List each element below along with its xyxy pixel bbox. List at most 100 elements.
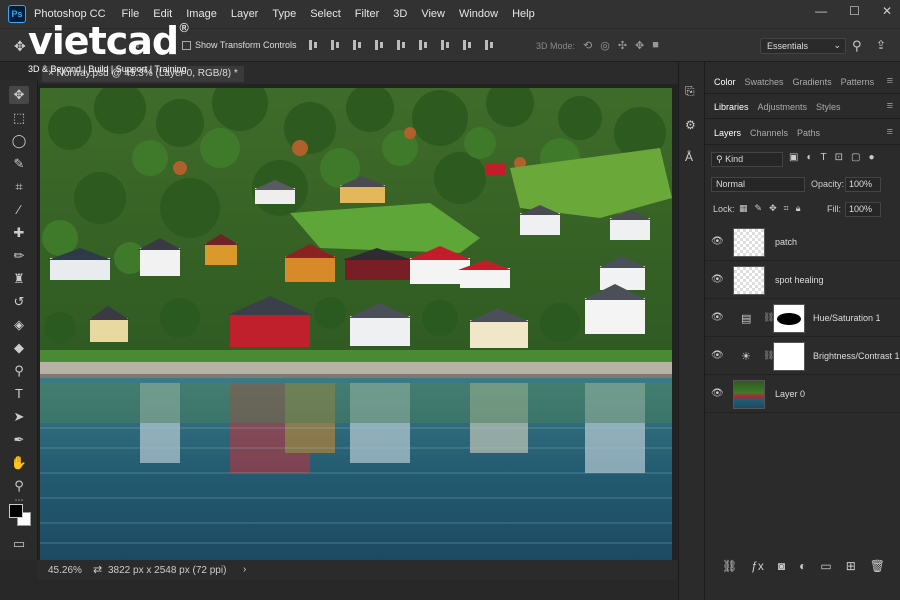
- quick-mask-icon[interactable]: ▭: [9, 535, 29, 553]
- menu-filter[interactable]: Filter: [355, 8, 379, 20]
- tab-color[interactable]: Color: [714, 77, 736, 87]
- minimize-button[interactable]: —: [815, 4, 827, 18]
- move-tool-preset-icon[interactable]: ✥: [14, 38, 26, 55]
- share-icon[interactable]: ⇪: [876, 38, 886, 52]
- visibility-eye-icon[interactable]: 👁︎: [711, 350, 724, 361]
- lasso-tool-icon[interactable]: ◯: [9, 132, 29, 150]
- filter-pixel-icon[interactable]: ▣: [789, 152, 798, 163]
- brush-tool-icon[interactable]: ✏: [9, 247, 29, 265]
- move-tool-icon[interactable]: ✥: [9, 86, 29, 104]
- align-bottom-icon[interactable]: [416, 38, 430, 52]
- lock-transparent-icon[interactable]: ▦: [739, 203, 748, 214]
- scale-3d-icon[interactable]: ■: [652, 39, 659, 52]
- foreground-color-swatch[interactable]: [9, 504, 23, 518]
- workspace-select[interactable]: Essentials ⌄: [760, 38, 846, 54]
- new-layer-icon[interactable]: ⊞: [846, 559, 856, 573]
- align-right-icon[interactable]: [350, 38, 364, 52]
- lock-pixels-icon[interactable]: ✎: [755, 203, 763, 214]
- slide-3d-icon[interactable]: ✥: [635, 39, 644, 52]
- opacity-input[interactable]: 100%: [845, 177, 881, 192]
- visibility-eye-icon[interactable]: 👁︎: [711, 274, 724, 285]
- tab-layers[interactable]: Layers: [714, 128, 741, 138]
- visibility-eye-icon[interactable]: 👁︎: [711, 312, 724, 323]
- tab-gradients[interactable]: Gradients: [793, 77, 832, 87]
- close-button[interactable]: ✕: [882, 4, 892, 18]
- menu-type[interactable]: Type: [272, 8, 296, 20]
- fill-input[interactable]: 100%: [845, 202, 881, 217]
- panel-menu-icon[interactable]: ≡: [887, 75, 893, 87]
- distribute-icon[interactable]: [438, 38, 452, 52]
- layer-name[interactable]: Layer 0: [775, 389, 805, 399]
- filter-shape-icon[interactable]: ⊡: [835, 152, 843, 163]
- menu-help[interactable]: Help: [512, 8, 535, 20]
- align-center-icon[interactable]: [328, 38, 342, 52]
- align-top-icon[interactable]: [372, 38, 386, 52]
- adjustment-layer-icon[interactable]: ◐: [799, 559, 806, 573]
- character-icon[interactable]: Å: [685, 150, 693, 164]
- history-brush-tool-icon[interactable]: ↺: [9, 293, 29, 311]
- layer-row[interactable]: 👁︎ patch: [705, 224, 900, 261]
- menu-view[interactable]: View: [421, 8, 445, 20]
- tab-styles[interactable]: Styles: [816, 102, 841, 112]
- eraser-tool-icon[interactable]: ◈: [9, 316, 29, 334]
- marquee-tool-icon[interactable]: ⬚: [9, 109, 29, 127]
- panel-menu-icon[interactable]: ≡: [887, 126, 893, 138]
- timeline-icon[interactable]: ⇄: [93, 563, 102, 576]
- pen-tool-icon[interactable]: ✒: [9, 431, 29, 449]
- layer-style-icon[interactable]: ƒx: [751, 559, 764, 573]
- align-middle-icon[interactable]: [394, 38, 408, 52]
- search-icon[interactable]: ⚲: [852, 38, 862, 54]
- filter-smart-object-icon[interactable]: ▢: [851, 152, 860, 163]
- path-select-tool-icon[interactable]: ➤: [9, 408, 29, 426]
- eyedropper-tool-icon[interactable]: ⁄: [9, 201, 29, 219]
- panel-menu-icon[interactable]: ≡: [887, 100, 893, 112]
- layer-row[interactable]: 👁︎ Layer 0: [705, 376, 900, 413]
- lock-all-icon[interactable]: 🔒︎: [796, 203, 801, 214]
- document-canvas[interactable]: [40, 88, 672, 560]
- more-options-icon[interactable]: [482, 38, 496, 52]
- menu-select[interactable]: Select: [310, 8, 341, 20]
- menu-3d[interactable]: 3D: [393, 8, 407, 20]
- tab-swatches[interactable]: Swatches: [745, 77, 784, 87]
- crop-tool-icon[interactable]: ⌗: [9, 178, 29, 196]
- lock-position-icon[interactable]: ✥: [769, 203, 777, 214]
- delete-layer-icon[interactable]: 🗑︎: [870, 559, 885, 573]
- filter-toggle-icon[interactable]: ●: [868, 152, 874, 163]
- clone-stamp-tool-icon[interactable]: ♜: [9, 270, 29, 288]
- distribute-vertical-icon[interactable]: [460, 38, 474, 52]
- layer-row[interactable]: 👁︎ ▤ ⛓ Hue/Saturation 1: [705, 300, 900, 337]
- filter-adjustment-icon[interactable]: ◐: [806, 152, 812, 163]
- tab-adjustments[interactable]: Adjustments: [758, 102, 808, 112]
- tab-libraries[interactable]: Libraries: [714, 102, 749, 112]
- layer-name[interactable]: Brightness/Contrast 1: [813, 351, 900, 361]
- healing-brush-tool-icon[interactable]: ✚: [9, 224, 29, 242]
- quick-select-tool-icon[interactable]: ✎: [9, 155, 29, 173]
- dodge-tool-icon[interactable]: ⚲: [9, 362, 29, 380]
- visibility-eye-icon[interactable]: 👁︎: [711, 388, 724, 399]
- layer-name[interactable]: spot healing: [775, 275, 824, 285]
- paint-bucket-tool-icon[interactable]: ◆: [9, 339, 29, 357]
- layer-name[interactable]: Hue/Saturation 1: [813, 313, 881, 323]
- drag-3d-icon[interactable]: ✣: [618, 39, 627, 52]
- orbit-3d-icon[interactable]: ⟲: [583, 39, 592, 52]
- layer-kind-filter[interactable]: ⚲ Kind: [711, 152, 783, 167]
- type-tool-icon[interactable]: T: [9, 385, 29, 403]
- visibility-eye-icon[interactable]: 👁︎: [711, 236, 724, 247]
- menu-image[interactable]: Image: [186, 8, 217, 20]
- menu-window[interactable]: Window: [459, 8, 498, 20]
- link-layers-icon[interactable]: ⛓: [722, 559, 737, 573]
- tab-paths[interactable]: Paths: [797, 128, 820, 138]
- add-mask-icon[interactable]: ◙: [778, 559, 785, 573]
- tab-patterns[interactable]: Patterns: [841, 77, 875, 87]
- roll-3d-icon[interactable]: ◎: [600, 39, 610, 52]
- maximize-button[interactable]: ☐: [849, 4, 860, 18]
- layer-row[interactable]: 👁︎ ☀ ⛓ Brightness/Contrast 1: [705, 338, 900, 375]
- hand-tool-icon[interactable]: ✋: [9, 454, 29, 472]
- layer-row[interactable]: 👁︎ spot healing: [705, 262, 900, 299]
- align-left-icon[interactable]: [306, 38, 320, 52]
- chevron-right-icon[interactable]: ›: [243, 564, 246, 575]
- menu-layer[interactable]: Layer: [231, 8, 259, 20]
- new-group-icon[interactable]: ▭: [820, 559, 831, 573]
- lock-artboard-icon[interactable]: ⌗: [784, 203, 789, 214]
- layer-name[interactable]: patch: [775, 237, 797, 247]
